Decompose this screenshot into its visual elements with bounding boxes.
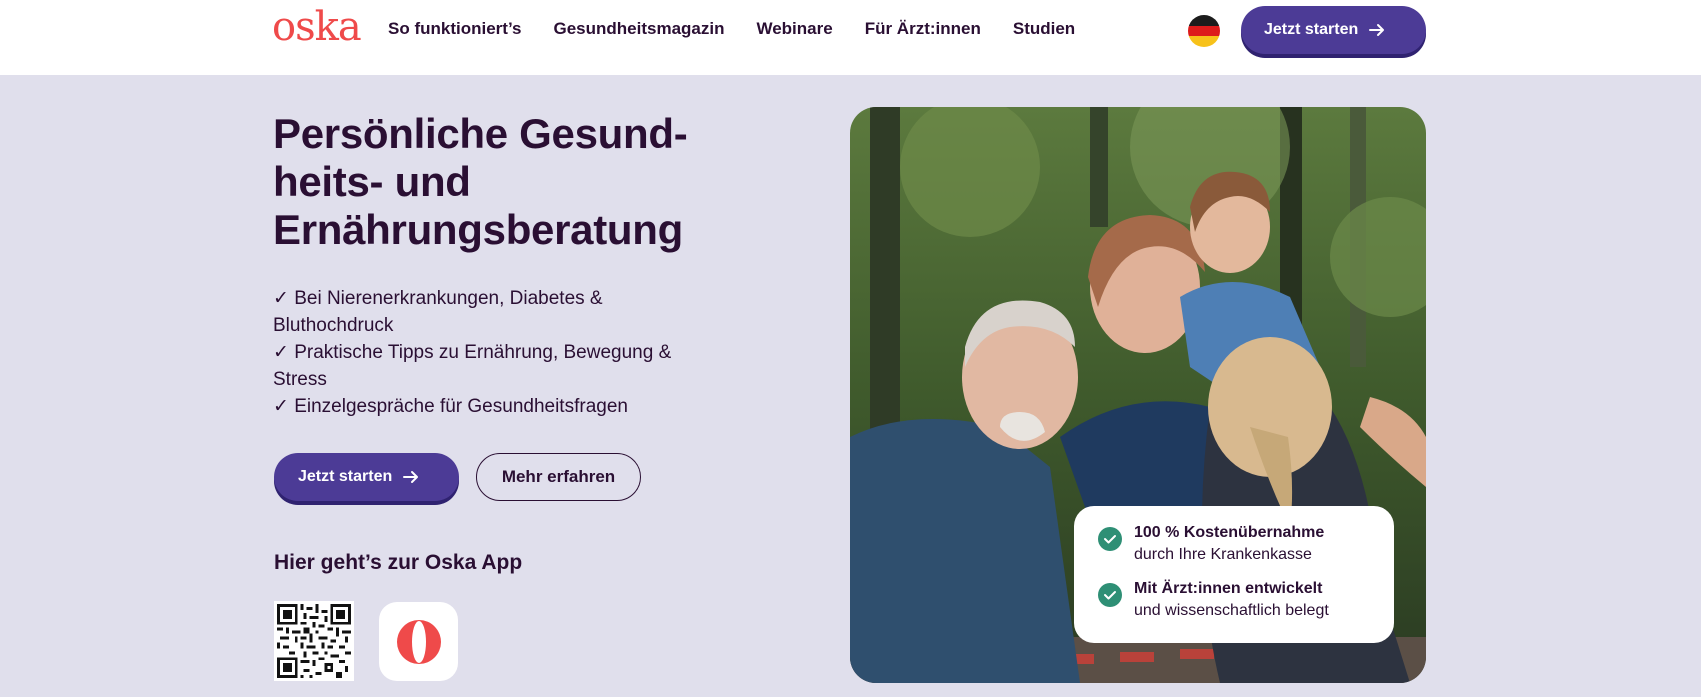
badge-doctors-title: Mit Ärzt:innen entwickelt [1134,580,1323,597]
qr-code-icon [274,601,354,681]
hero-start-label: Jetzt starten [298,468,393,485]
header-start-button[interactable]: Jetzt starten [1241,6,1426,54]
site-header: oska So funktioniert’s Gesundheitsmagazi… [0,0,1701,75]
nav-link-studies[interactable]: Studien [1013,19,1075,39]
badge-coverage-title: 100 % Kostenübernahme [1134,524,1325,541]
nav-link-how-it-works[interactable]: So funktioniert’s [388,19,522,39]
badge-coverage-sub: durch Ihre Krankenkasse [1134,546,1312,563]
nav-link-webinars[interactable]: Webinare [756,19,832,39]
hero-start-button[interactable]: Jetzt starten [274,453,459,501]
arrow-right-icon [1368,21,1386,39]
hero-title: Persönliche Gesund-heits- und Ernährungs… [273,110,688,253]
app-heading: Hier geht’s zur Oska App [274,551,523,574]
germany-flag-icon[interactable] [1188,15,1220,47]
benefit-badge-card: 100 % Kostenübernahme durch Ihre Kranken… [1074,506,1394,643]
badge-row-coverage: 100 % Kostenübernahme durch Ihre Kranken… [1098,522,1394,566]
benefit-item-tips: ✓ Praktische Tipps zu Ernährung, Bewegun… [273,342,672,390]
main-nav: So funktioniert’s Gesundheitsmagazin Web… [388,19,1075,39]
oska-logo[interactable]: oska [272,4,362,50]
benefit-item-conditions: ✓ Bei Nierenerkrankungen, Diabetes & Blu… [273,288,603,336]
nav-link-health-magazine[interactable]: Gesundheitsmagazin [554,19,725,39]
arrow-right-icon [402,468,420,486]
nav-link-for-doctors[interactable]: Für Ärzt:innen [865,19,981,39]
check-icon [1098,527,1122,551]
badge-row-doctors: Mit Ärzt:innen entwickelt und wissenscha… [1098,578,1394,622]
benefit-item-consultation: ✓ Einzelgespräche für Gesundheitsfragen [273,396,628,417]
check-icon [1098,583,1122,607]
hero-photo: 100 % Kostenübernahme durch Ihre Kranken… [850,107,1426,683]
benefit-list: ✓ Bei Nierenerkrankungen, Diabetes & Blu… [273,285,713,420]
learn-more-button[interactable]: Mehr erfahren [476,453,641,501]
badge-doctors-sub: und wissenschaftlich belegt [1134,602,1329,619]
header-start-label: Jetzt starten [1264,21,1359,38]
oska-app-icon[interactable] [379,602,458,681]
